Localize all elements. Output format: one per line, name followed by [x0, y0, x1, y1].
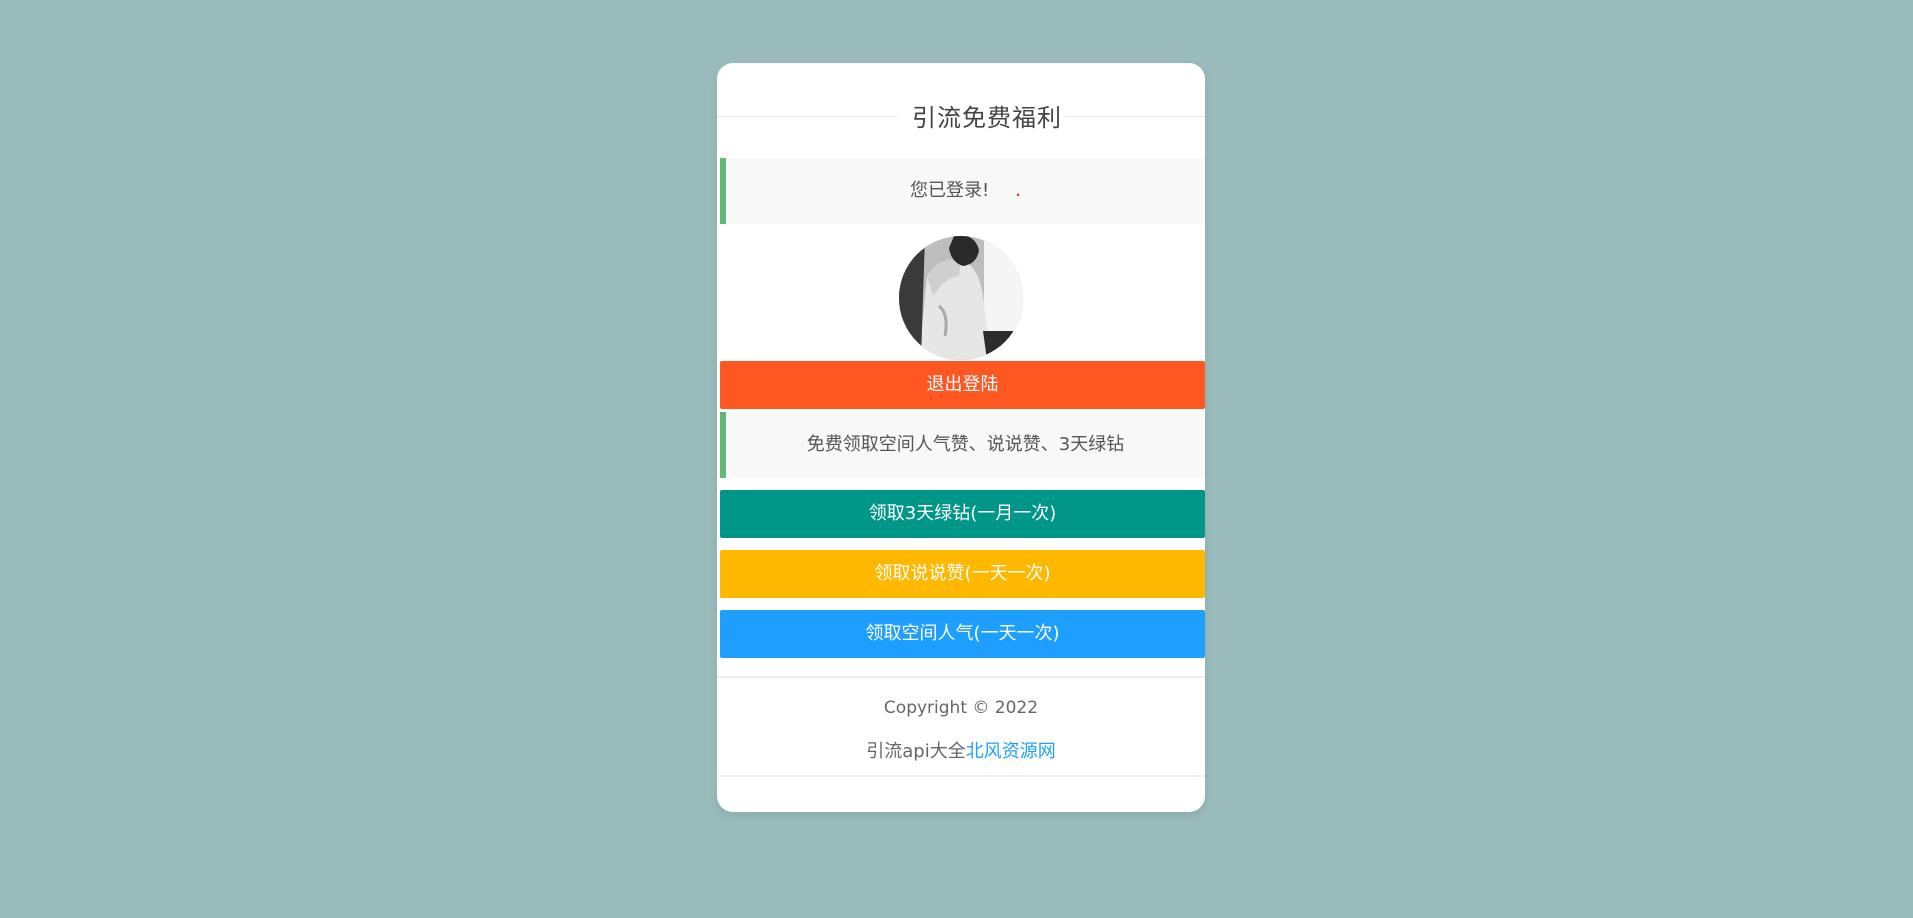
page-title: 引流免费福利: [912, 104, 1062, 132]
avatar: [899, 236, 1023, 360]
info-notice: 免费领取空间人气赞、说说赞、3天绿钻: [720, 412, 1205, 478]
claim-space-popularity-button[interactable]: 领取空间人气(一天一次): [720, 610, 1205, 658]
main-card: 引流免费福利 您已登录!. 退出登陆 免费领取空间人气赞、说说赞、3天绿钻 领取…: [717, 63, 1205, 812]
footer: Copyright © 2022 引流api大全北风资源网: [717, 676, 1205, 777]
claim-green-diamond-button[interactable]: 领取3天绿钻(一月一次): [720, 490, 1205, 538]
footer-prefix-text: 引流api大全: [866, 741, 966, 762]
login-status-text: 您已登录!: [910, 180, 990, 201]
login-status-notice: 您已登录!.: [720, 158, 1205, 224]
avatar-icon: [899, 236, 1023, 360]
resource-site-link[interactable]: 北风资源网: [966, 741, 1056, 762]
info-text: 免费领取空间人气赞、说说赞、3天绿钻: [806, 434, 1125, 455]
copyright-text: Copyright © 2022: [883, 698, 1039, 718]
claim-shuoshuo-like-button[interactable]: 领取说说赞(一天一次): [720, 550, 1205, 598]
logout-button[interactable]: 退出登陆: [720, 361, 1205, 409]
status-dot: .: [1015, 180, 1021, 201]
footer-links: 引流api大全北风资源网: [717, 737, 1205, 763]
